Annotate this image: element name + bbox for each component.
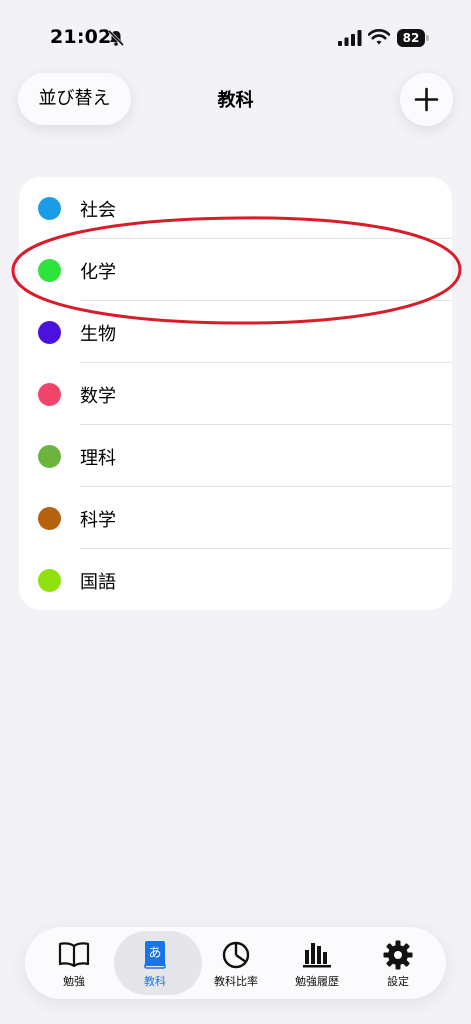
subject-color-dot — [38, 383, 61, 406]
tab-label: 設定 — [387, 975, 409, 988]
tab-label: 教科比率 — [214, 975, 258, 988]
tab-label: 勉強 — [63, 975, 85, 988]
subject-name: 国語 — [80, 572, 116, 593]
dictionary-book-icon: あ — [144, 941, 166, 969]
wifi-icon — [368, 29, 390, 45]
subject-row[interactable]: 国語 — [19, 549, 452, 610]
subject-color-dot — [38, 445, 61, 468]
subject-row[interactable]: 社会 — [19, 177, 452, 239]
subject-color-dot — [38, 259, 61, 282]
tab-subjects[interactable]: あ教科 — [113, 927, 202, 999]
subject-row[interactable]: 数学 — [19, 363, 452, 425]
plus-icon — [414, 87, 439, 112]
battery-level: 82 — [397, 29, 425, 47]
subject-row[interactable]: 化学 — [19, 239, 452, 301]
subject-color-dot — [38, 197, 61, 220]
subject-list: 社会化学生物数学理科科学国語 — [19, 177, 452, 610]
screen: 21:02 82 並び替え 教科 社会 化学 生物 数学 理科 科学 国語 勉強… — [0, 0, 471, 1024]
subject-name: 化学 — [80, 262, 116, 283]
subject-row[interactable]: 生物 — [19, 301, 452, 363]
book-icon — [58, 942, 90, 968]
tab-study[interactable]: 勉強 — [32, 927, 116, 999]
subject-color-dot — [38, 507, 61, 530]
subject-color-dot — [38, 569, 61, 592]
subject-name: 理科 — [80, 448, 116, 469]
pie-chart-icon — [222, 941, 250, 969]
tab-settings[interactable]: 設定 — [356, 927, 440, 999]
bar-chart-icon — [303, 943, 331, 968]
battery-cap — [426, 35, 429, 41]
status-time: 21:02 — [50, 26, 112, 48]
subject-row[interactable]: 科学 — [19, 487, 452, 549]
tab-bar: 勉強あ教科 教科比率 勉強履歴 設定 — [25, 927, 446, 999]
subject-name: 数学 — [80, 386, 116, 407]
tab-label: 勉強履歴 — [295, 975, 339, 988]
svg-text:あ: あ — [148, 946, 161, 961]
subject-row[interactable]: 理科 — [19, 425, 452, 487]
add-subject-button[interactable] — [400, 73, 453, 126]
status-bar: 21:02 82 — [0, 0, 471, 60]
tab-label: 教科 — [144, 975, 166, 988]
tab-study-history[interactable]: 勉強履歴 — [275, 927, 359, 999]
subject-color-dot — [38, 321, 61, 344]
tab-subject-ratio[interactable]: 教科比率 — [194, 927, 278, 999]
cellular-signal-icon — [338, 30, 362, 46]
gear-icon — [383, 940, 413, 970]
subject-name: 社会 — [80, 200, 116, 221]
subject-name: 生物 — [80, 324, 116, 345]
subject-name: 科学 — [80, 510, 116, 531]
bell-slash-icon — [107, 29, 125, 47]
battery-indicator: 82 — [397, 29, 429, 47]
